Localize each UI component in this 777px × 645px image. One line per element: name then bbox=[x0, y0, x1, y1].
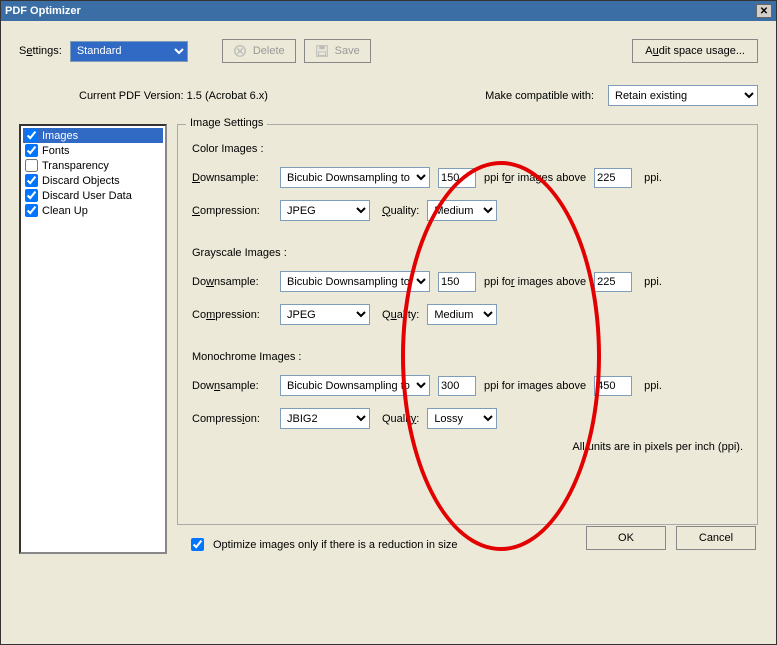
color-above-label: ppi for images above bbox=[484, 172, 586, 184]
audit-label: Audit space usage... bbox=[645, 45, 745, 57]
list-item-clean-up[interactable]: Clean Up bbox=[23, 203, 163, 218]
gray-downsample-label: Downsample: bbox=[192, 276, 272, 288]
category-label: Discard User Data bbox=[42, 190, 132, 202]
ok-button[interactable]: OK bbox=[586, 526, 666, 550]
image-settings-panel: Image Settings Color Images : Downsample… bbox=[177, 124, 758, 525]
save-label: Save bbox=[335, 45, 360, 57]
units-note: All units are in pixels per inch (ppi). bbox=[192, 441, 743, 453]
mono-downsample-select[interactable]: Bicubic Downsampling to bbox=[280, 375, 430, 396]
color-compression-label: Compression: bbox=[192, 205, 272, 217]
settings-select[interactable]: Standard bbox=[70, 41, 188, 62]
gray-downsample-select[interactable]: Bicubic Downsampling to bbox=[280, 271, 430, 292]
mono-compression-label: Compression: bbox=[192, 413, 272, 425]
category-checkbox[interactable] bbox=[25, 189, 38, 202]
list-item-fonts[interactable]: Fonts bbox=[23, 143, 163, 158]
optimize-checkbox-label: Optimize images only if there is a reduc… bbox=[213, 539, 458, 551]
mono-above-input[interactable] bbox=[594, 376, 632, 396]
mono-quality-select[interactable]: Lossy bbox=[427, 408, 497, 429]
gray-quality-select[interactable]: Medium bbox=[427, 304, 497, 325]
mono-downsample-label: Downsample: bbox=[192, 380, 272, 392]
list-item-discard-user-data[interactable]: Discard User Data bbox=[23, 188, 163, 203]
category-label: Transparency bbox=[42, 160, 109, 172]
color-quality-label: Quality: bbox=[382, 205, 419, 217]
gray-compression-label: Compression: bbox=[192, 309, 272, 321]
category-checkbox[interactable] bbox=[25, 204, 38, 217]
category-label: Clean Up bbox=[42, 205, 88, 217]
save-button[interactable]: Save bbox=[304, 39, 371, 63]
color-unit: ppi. bbox=[644, 172, 662, 184]
category-checkbox[interactable] bbox=[25, 144, 38, 157]
mono-images-title: Monochrome Images : bbox=[192, 351, 743, 363]
mono-quality-label: Quality: bbox=[382, 413, 419, 425]
color-above-input[interactable] bbox=[594, 168, 632, 188]
color-ppi-input[interactable] bbox=[438, 168, 476, 188]
mono-unit: ppi. bbox=[644, 380, 662, 392]
titlebar: PDF Optimizer ✕ bbox=[1, 1, 776, 21]
category-label: Images bbox=[42, 130, 78, 142]
list-item-images[interactable]: Images bbox=[23, 128, 163, 143]
category-checkbox[interactable] bbox=[25, 159, 38, 172]
gray-above-input[interactable] bbox=[594, 272, 632, 292]
compat-select[interactable]: Retain existing bbox=[608, 85, 758, 106]
list-item-transparency[interactable]: Transparency bbox=[23, 158, 163, 173]
delete-icon bbox=[233, 44, 247, 58]
delete-button[interactable]: Delete bbox=[222, 39, 296, 63]
gray-above-label: ppi for images above bbox=[484, 276, 586, 288]
color-downsample-select[interactable]: Bicubic Downsampling to bbox=[280, 167, 430, 188]
gray-compression-select[interactable]: JPEG bbox=[280, 304, 370, 325]
cancel-button[interactable]: Cancel bbox=[676, 526, 756, 550]
mono-ppi-input[interactable] bbox=[438, 376, 476, 396]
current-version-label: Current PDF Version: 1.5 (Acrobat 6.x) bbox=[79, 90, 268, 102]
save-icon bbox=[315, 44, 329, 58]
gray-quality-label: Quality: bbox=[382, 309, 419, 321]
window-title: PDF Optimizer bbox=[5, 5, 81, 17]
category-checkbox[interactable] bbox=[25, 174, 38, 187]
delete-label: Delete bbox=[253, 45, 285, 57]
gray-ppi-input[interactable] bbox=[438, 272, 476, 292]
category-label: Discard Objects bbox=[42, 175, 120, 187]
close-icon[interactable]: ✕ bbox=[756, 4, 772, 18]
compat-label: Make compatible with: bbox=[485, 90, 594, 102]
optimize-checkbox[interactable] bbox=[191, 538, 204, 551]
image-settings-legend: Image Settings bbox=[186, 117, 267, 129]
color-compression-select[interactable]: JPEG bbox=[280, 200, 370, 221]
category-list[interactable]: Images Fonts Transparency Discard Objects Di… bbox=[19, 124, 167, 554]
pdf-optimizer-window: PDF Optimizer ✕ Settings: Standard Delet… bbox=[0, 0, 777, 645]
list-item-discard-objects[interactable]: Discard Objects bbox=[23, 173, 163, 188]
category-checkbox[interactable] bbox=[25, 129, 38, 142]
color-images-title: Color Images : bbox=[192, 143, 743, 155]
audit-button[interactable]: Audit space usage... bbox=[632, 39, 758, 63]
mono-compression-select[interactable]: JBIG2 bbox=[280, 408, 370, 429]
settings-label: Settings: bbox=[19, 45, 62, 57]
gray-unit: ppi. bbox=[644, 276, 662, 288]
mono-above-label: ppi for images above bbox=[484, 380, 586, 392]
color-quality-select[interactable]: Medium bbox=[427, 200, 497, 221]
gray-images-title: Grayscale Images : bbox=[192, 247, 743, 259]
category-label: Fonts bbox=[42, 145, 70, 157]
color-downsample-label: Downsample: bbox=[192, 172, 272, 184]
